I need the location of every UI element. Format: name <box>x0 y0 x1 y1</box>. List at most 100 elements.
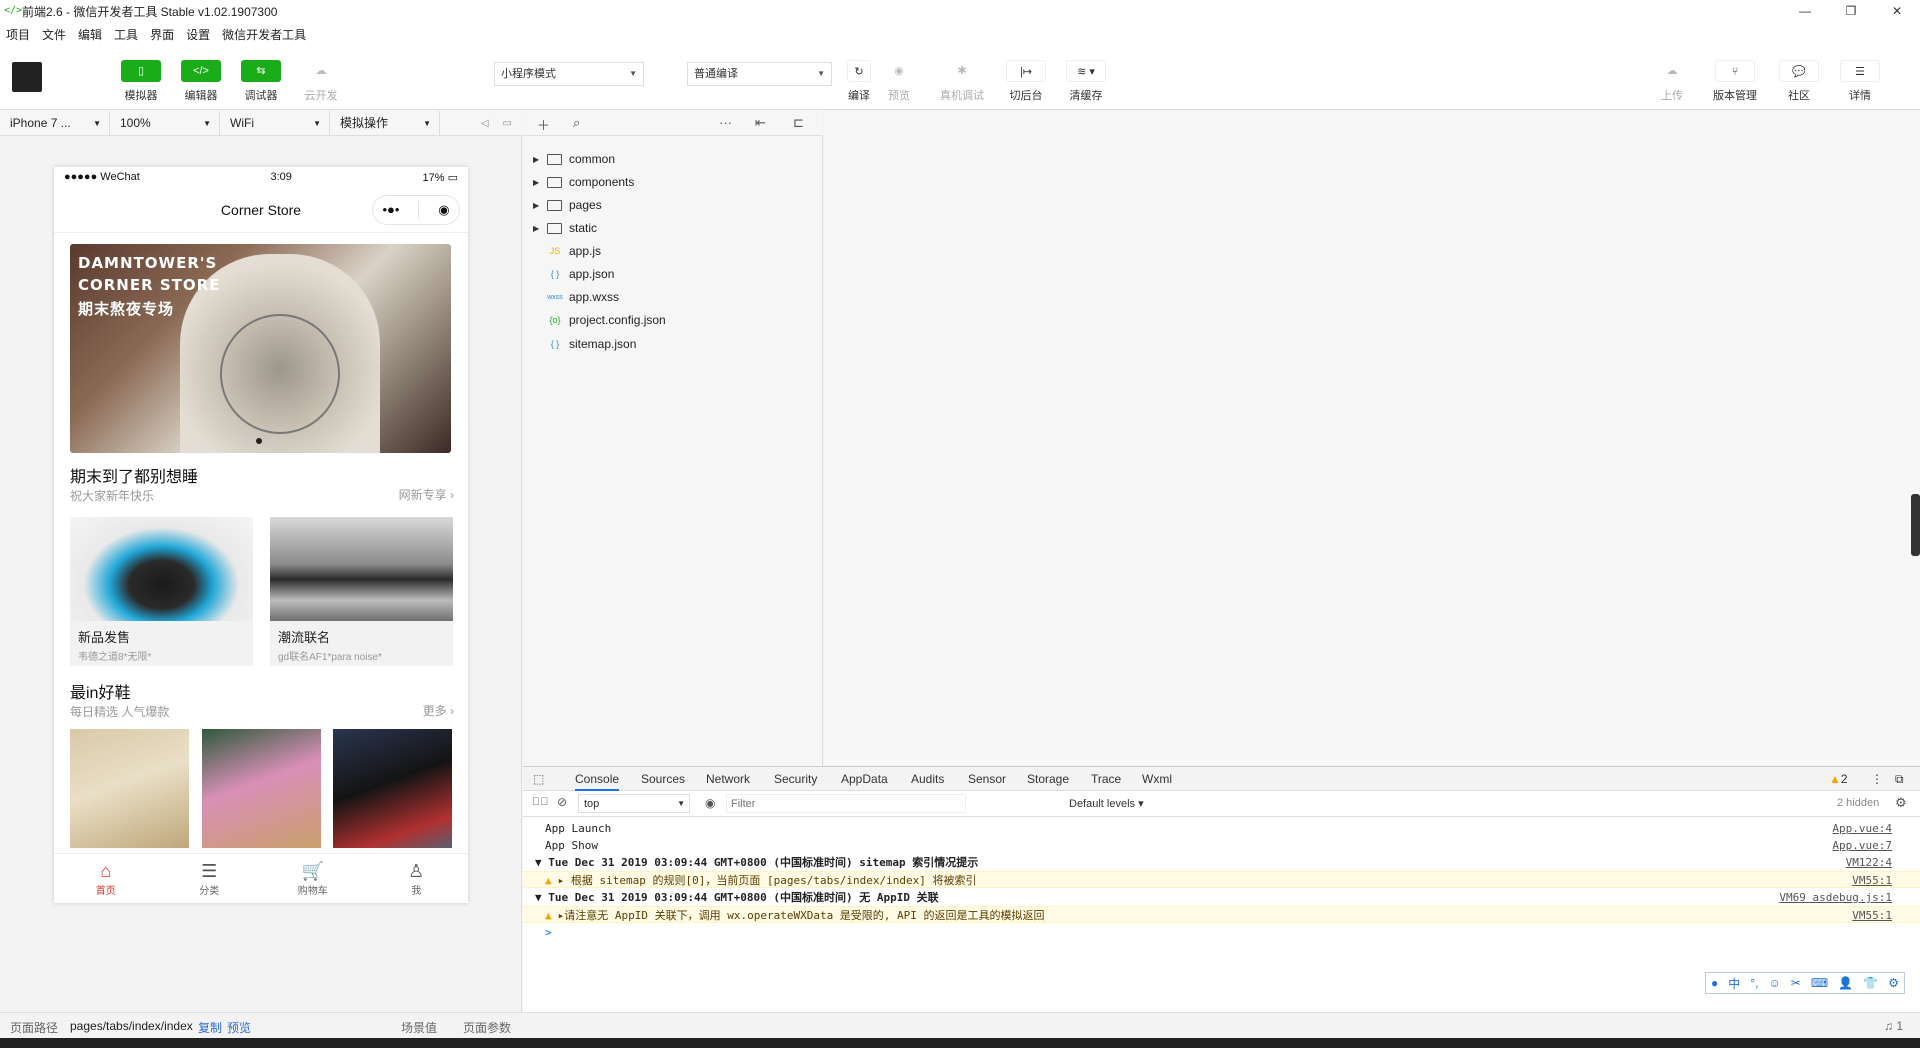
menu-view[interactable]: 界面 <box>144 26 180 43</box>
menu-file[interactable]: 文件 <box>36 26 72 43</box>
source-link[interactable]: VM55:1 <box>1852 872 1892 889</box>
tab-appdata[interactable]: AppData <box>841 772 888 786</box>
product-card[interactable]: 新品发售 韦德之道8*无限* <box>70 517 253 666</box>
ime-skin-icon[interactable]: 👕 <box>1863 976 1878 990</box>
console-warning[interactable]: ▲ ▸请注意无 AppID 关联下，调用 wx.operateWXData 是受限… <box>523 906 1920 923</box>
network-select[interactable]: WiFi ▼ <box>220 110 330 136</box>
menu-wechat-devtools[interactable]: 微信开发者工具 <box>216 26 312 43</box>
scene-value-button[interactable]: 场景值 <box>401 1019 437 1036</box>
zoom-select[interactable]: 100% ▼ <box>110 110 220 136</box>
editor-area[interactable] <box>824 111 1920 766</box>
background-button[interactable]: |↦ 切后台 <box>996 60 1056 103</box>
more-icon[interactable]: ··· <box>719 115 732 130</box>
debugger-button[interactable]: ⇆ 调试器 <box>231 60 291 103</box>
menu-settings[interactable]: 设置 <box>180 26 216 43</box>
warning-count[interactable]: ▲2 <box>1829 772 1848 786</box>
shoe-thumbnail[interactable] <box>202 729 321 848</box>
shoe-thumbnail[interactable] <box>70 729 189 848</box>
version-button[interactable]: ⑂ 版本管理 <box>1705 60 1765 103</box>
compile-mode-select[interactable]: 普通编译 ▼ <box>687 62 832 86</box>
menu-edit[interactable]: 编辑 <box>72 26 108 43</box>
console-filter-input[interactable] <box>726 794 966 813</box>
ime-logo-icon[interactable]: ● <box>1711 976 1718 990</box>
restore-button[interactable]: ❐ <box>1828 0 1874 22</box>
console-group[interactable]: ▼ Tue Dec 31 2019 03:09:44 GMT+0800 (中国标… <box>523 889 1920 906</box>
avatar[interactable] <box>12 62 42 92</box>
page-params-button[interactable]: 页面参数 <box>463 1019 511 1036</box>
tab-trace[interactable]: Trace <box>1091 772 1121 786</box>
console-warning[interactable]: ▲ ▸ 根据 sitemap 的规则[0]，当前页面 [pages/tabs/in… <box>523 871 1920 888</box>
shoe-thumbnail[interactable] <box>333 729 452 848</box>
tree-file[interactable]: wxss app.wxss <box>545 287 619 307</box>
swiper-dot[interactable] <box>270 438 276 444</box>
ime-punctuation[interactable]: °, <box>1750 976 1758 990</box>
speaker-icon[interactable]: ◁ <box>481 118 489 129</box>
context-select[interactable]: top ▼ <box>578 794 690 813</box>
clear-console-icon[interactable]: ⊘ <box>557 795 567 809</box>
community-button[interactable]: 💬 社区 <box>1769 60 1829 103</box>
remote-debug-button[interactable]: ✱ 真机调试 <box>932 60 992 103</box>
inspect-icon[interactable]: ⬚ <box>533 772 544 786</box>
sidebar-toggle-icon[interactable]: ▸⃞ <box>532 796 549 808</box>
tab-security[interactable]: Security <box>774 772 817 786</box>
clear-cache-button[interactable]: ≋ ▾ 清缓存 <box>1056 60 1116 103</box>
close-button[interactable]: ✕ <box>1874 0 1920 22</box>
cloud-button[interactable]: ☁ 云开发 <box>291 60 351 103</box>
tree-file[interactable]: JS app.js <box>545 241 601 261</box>
upload-button[interactable]: ☁ 上传 <box>1642 60 1702 103</box>
eye-icon[interactable]: ◉ <box>705 796 715 810</box>
tab-console[interactable]: Console <box>575 772 620 791</box>
tree-file[interactable]: { } sitemap.json <box>545 334 637 354</box>
collapse-icon[interactable]: ⇤ <box>755 115 766 131</box>
details-button[interactable]: ☰ 详情 <box>1830 60 1890 103</box>
ime-settings-icon[interactable]: ⚙ <box>1888 976 1899 990</box>
kebab-menu-icon[interactable]: ⋮ <box>1871 772 1883 786</box>
swiper-dot[interactable] <box>242 438 248 444</box>
tab-storage[interactable]: Storage <box>1027 772 1069 786</box>
editor-button[interactable]: </> 编辑器 <box>171 60 231 103</box>
preview-button[interactable]: ◉ 预览 <box>869 60 929 103</box>
ime-scissors-icon[interactable]: ✂ <box>1791 976 1801 990</box>
swiper-dot-active[interactable] <box>256 438 262 444</box>
log-levels-select[interactable]: Default levels ▾ <box>1069 797 1144 810</box>
menu-project[interactable]: 项目 <box>0 26 36 43</box>
source-link[interactable]: VM69 asdebug.js:1 <box>1779 889 1892 906</box>
operation-select[interactable]: 模拟操作 ▼ <box>330 110 440 136</box>
menu-tools[interactable]: 工具 <box>108 26 144 43</box>
search-icon[interactable]: ⌕ <box>573 115 580 131</box>
product-card[interactable]: 潮流联名 gd联名AF1*para noise* <box>270 517 453 666</box>
tab-sources[interactable]: Sources <box>641 772 685 786</box>
tab-wxml[interactable]: Wxml <box>1142 772 1172 786</box>
source-link[interactable]: App.vue:7 <box>1832 837 1892 854</box>
tab-me[interactable]: ♙ 我 <box>365 854 469 903</box>
section-more-link[interactable]: 更多 › <box>423 702 454 719</box>
panel-toggle-icon[interactable]: ⊏ <box>793 115 804 131</box>
tree-folder[interactable]: ▶ pages <box>533 195 602 215</box>
tab-cart[interactable]: 🛒 购物车 <box>261 854 365 903</box>
tab-sensor[interactable]: Sensor <box>968 772 1006 786</box>
ime-chinese-mode[interactable]: 中 <box>1728 975 1740 992</box>
gear-icon[interactable]: ⚙ <box>1895 795 1907 811</box>
copy-link[interactable]: 复制 <box>198 1019 222 1036</box>
tab-category[interactable]: ☰ 分类 <box>158 854 262 903</box>
banner-swiper[interactable]: DAMNTOWER'S CORNER STORE 期末熬夜专场 <box>70 244 451 453</box>
more-icon[interactable]: •●• <box>382 195 399 225</box>
scrollbar-handle[interactable] <box>1911 494 1920 556</box>
tree-folder[interactable]: ▶ components <box>533 172 634 192</box>
simulator-button[interactable]: ▯ 模拟器 <box>111 60 171 103</box>
tree-file[interactable]: { } app.json <box>545 264 615 284</box>
console-prompt[interactable]: > <box>523 924 1920 941</box>
tree-file[interactable]: {o} project.config.json <box>545 310 665 330</box>
close-target-icon[interactable]: ◉ <box>438 195 449 225</box>
tree-folder[interactable]: ▶ static <box>533 218 597 238</box>
console-group[interactable]: ▼ Tue Dec 31 2019 03:09:44 GMT+0800 (中国标… <box>523 854 1920 871</box>
ime-user-icon[interactable]: 👤 <box>1838 976 1853 990</box>
tab-audits[interactable]: Audits <box>911 772 944 786</box>
section-more-link[interactable]: 网新专享 › <box>399 486 454 503</box>
tab-network[interactable]: Network <box>706 772 750 786</box>
source-link[interactable]: App.vue:4 <box>1832 820 1892 837</box>
popout-icon[interactable]: ▭ <box>503 118 512 129</box>
mode-select[interactable]: 小程序模式 ▼ <box>494 62 644 86</box>
ime-keyboard-icon[interactable]: ⌨ <box>1811 976 1828 990</box>
source-link[interactable]: VM55:1 <box>1852 907 1892 924</box>
